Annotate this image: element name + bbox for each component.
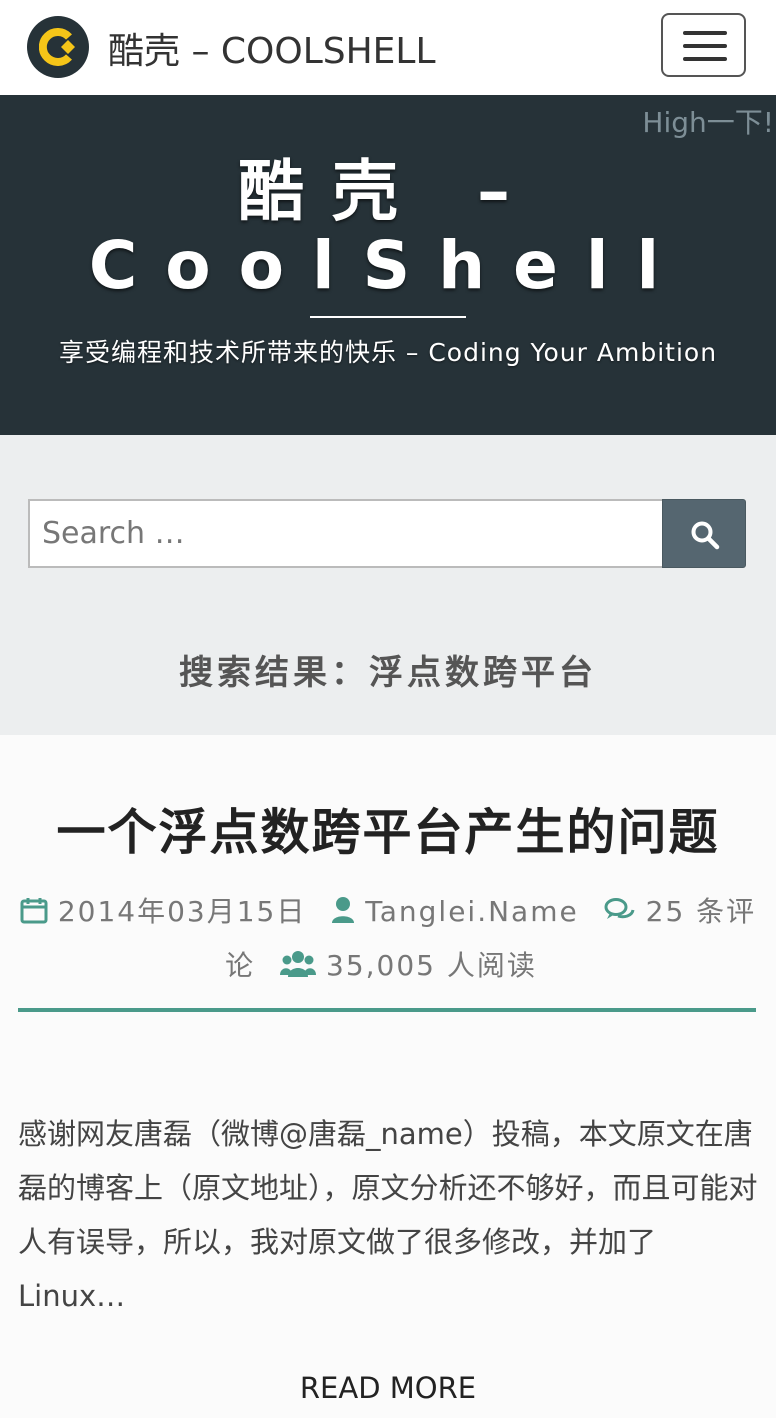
search-section: 搜索结果：浮点数跨平台	[0, 435, 776, 735]
search-input[interactable]	[28, 499, 662, 568]
title-underline	[310, 316, 466, 318]
post-author[interactable]: Tanglei.Name	[365, 895, 578, 928]
post-date: 2014年03月15日	[57, 895, 307, 928]
users-icon	[280, 951, 317, 977]
search-results-heading: 搜索结果：浮点数跨平台	[179, 653, 597, 693]
post-views: 35,005 人阅读	[326, 949, 537, 982]
high-link[interactable]: High一下!	[642, 101, 774, 141]
post-meta: 2014年03月15日 Tanglei.Name 25 条评论 35,005 人…	[18, 885, 758, 993]
post-excerpt: 感谢网友唐磊（微博@唐磊_name）投稿，本文原文在唐磊的博客上（原文地址），原…	[18, 1117, 758, 1313]
post-author-item[interactable]: Tanglei.Name	[331, 895, 589, 928]
meta-divider	[18, 1008, 756, 1012]
article-card: 一个浮点数跨平台产生的问题 2014年03月15日 Tanglei.Name 2…	[0, 735, 776, 1418]
top-navbar: 酷壳 – COOLSHELL	[0, 0, 776, 95]
post-views-item: 35,005 人阅读	[280, 949, 537, 982]
coolshell-logo-icon[interactable]	[27, 16, 89, 78]
read-more-link[interactable]: READ MORE	[0, 1371, 776, 1405]
user-icon	[332, 897, 355, 923]
search-icon	[691, 521, 720, 550]
search-button[interactable]	[662, 499, 746, 568]
hamburger-menu-icon	[683, 31, 727, 35]
site-brand-link[interactable]: 酷壳 – COOLSHELL	[108, 22, 436, 74]
comments-icon	[604, 898, 635, 919]
site-title[interactable]: 酷壳 – CoolShell	[0, 155, 776, 303]
menu-toggle-button[interactable]	[661, 13, 746, 77]
calendar-icon	[20, 898, 48, 924]
site-tagline: 享受编程和技术所带来的快乐 – Coding Your Ambition	[58, 338, 718, 367]
post-date-item: 2014年03月15日	[20, 895, 317, 928]
post-title[interactable]: 一个浮点数跨平台产生的问题	[0, 793, 776, 864]
site-header-hero: High一下! 酷壳 – CoolShell 享受编程和技术所带来的快乐 – Co…	[0, 95, 776, 435]
